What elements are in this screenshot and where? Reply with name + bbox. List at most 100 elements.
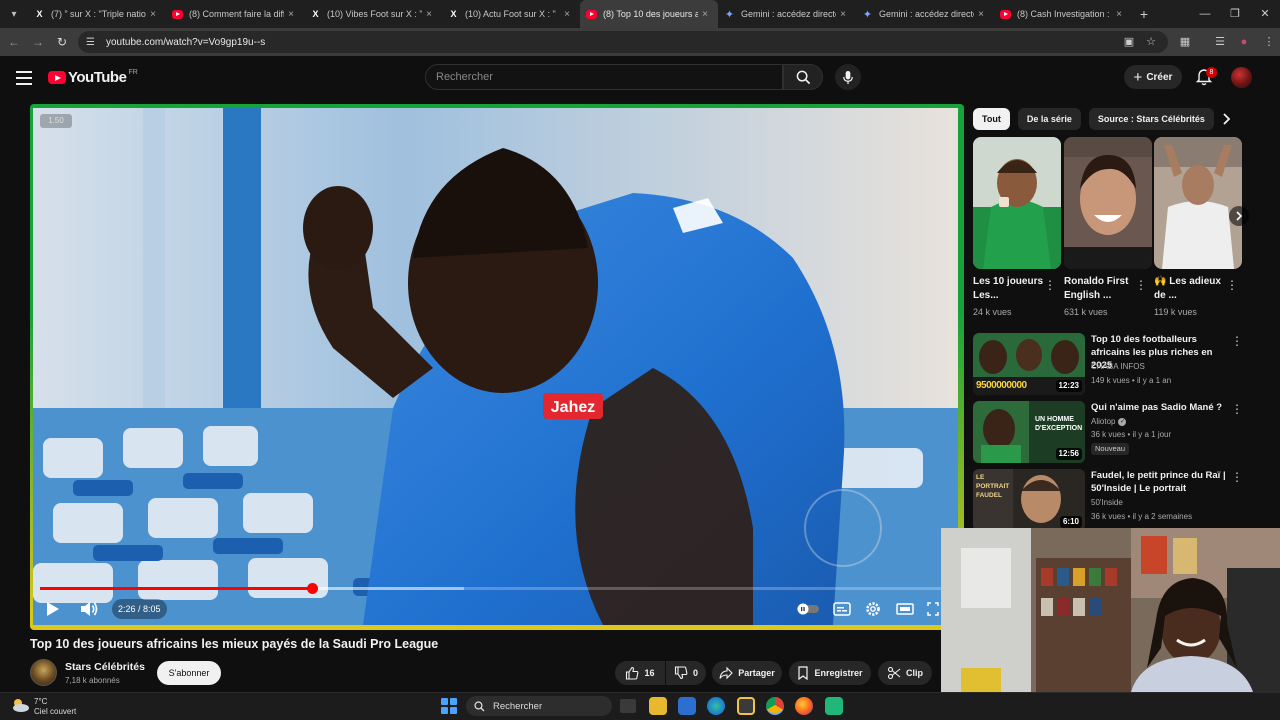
site-info-icon[interactable]: ☰ [86,37,100,48]
app-icon[interactable] [678,697,696,715]
theater-mode-button[interactable] [895,600,915,618]
store-icon[interactable] [737,697,755,715]
more-options-icon[interactable]: ⋮ [1231,335,1243,347]
video-meta: 149 k vues • il y a 1 an [1091,376,1172,385]
browser-tab[interactable]: (8) Cash Investigation : F × [994,0,1132,28]
task-view-icon[interactable] [620,699,636,713]
shorts-next-button[interactable] [1229,206,1249,226]
search-button[interactable] [783,64,823,90]
taskbar-search-box[interactable]: Rechercher [466,696,612,716]
more-options-icon[interactable]: ⋮ [1135,279,1147,293]
short-title[interactable]: Les 10 joueurs Les... [973,275,1049,303]
browser-tab[interactable]: X (7) ” sur X : "Triple nationa × [28,0,166,28]
voice-search-button[interactable] [835,64,861,90]
video-thumbnail[interactable]: 9500000000 12:23 [973,333,1085,395]
close-tab-icon[interactable]: × [1112,9,1126,20]
filter-chip[interactable]: Source : Stars Célébrités [1088,108,1214,130]
play-button[interactable] [40,598,64,620]
short-thumbnail[interactable] [1064,137,1152,269]
browser-tab[interactable]: X (10) Vibes Foot sur X : " × [304,0,442,28]
subtitles-button[interactable] [832,600,852,618]
more-options-icon[interactable]: ⋮ [1231,403,1243,415]
like-button[interactable]: 16 [615,661,665,685]
browser-tab[interactable]: ✦ Gemini : accédez directem× [718,0,856,28]
more-options-icon[interactable]: ⋮ [1231,471,1243,483]
channel-name[interactable]: 50'Inside [1091,498,1123,507]
video-player[interactable]: Jahez [33,108,958,625]
new-tab-button[interactable]: + [1132,6,1156,22]
youtube-logo[interactable]: YouTube FR [48,69,138,86]
install-app-icon[interactable]: ▣ [1121,34,1137,50]
clip-button[interactable]: Clip [878,661,932,685]
share-button[interactable]: Partager [712,661,782,685]
filter-chip[interactable]: Tout [973,108,1010,130]
channel-name[interactable]: CHABA INFOS [1091,362,1145,371]
browser-menu-icon[interactable]: ⋮ [1261,34,1277,50]
autoplay-toggle-icon [797,603,819,615]
extensions-icon[interactable]: ▦ [1177,34,1193,50]
fullscreen-button[interactable] [926,600,940,618]
short-title[interactable]: Ronaldo First English ... [1064,275,1140,303]
edge-browser-icon[interactable] [707,697,725,715]
share-icon [719,666,734,680]
close-tab-icon[interactable]: × [560,9,574,20]
video-title[interactable]: Qui n'aime pas Sadio Mané ? [1091,401,1229,414]
windows-start-icon[interactable] [441,698,457,714]
close-tab-icon[interactable]: × [974,9,988,20]
recommended-video[interactable]: 9500000000 12:23 Top 10 des footballeurs… [973,333,1243,397]
video-thumbnail[interactable]: UN HOMME D'EXCEPTION 12:56 [973,401,1085,463]
browser-tab[interactable]: ✦ Gemini : accédez directem× [856,0,994,28]
close-tab-icon[interactable]: × [836,9,850,20]
bookmark-star-icon[interactable]: ☆ [1143,34,1159,50]
browser-tab[interactable]: (8) Top 10 des joueurs afr × [580,0,718,28]
bookmark-icon [798,666,809,680]
address-bar[interactable]: ☰ youtube.com/watch?v=Vo9gp19u--s [78,31,1168,53]
settings-button[interactable] [863,600,883,618]
search-input[interactable]: Rechercher [425,64,783,90]
more-options-icon[interactable]: ⋮ [1044,279,1056,293]
close-window-icon[interactable]: ✕ [1250,0,1280,28]
firefox-browser-icon[interactable] [795,697,813,715]
video-title[interactable]: Faudel, le petit prince du Raï | 50'Insi… [1091,469,1229,495]
cloudy-weather-icon[interactable] [10,697,30,713]
close-tab-icon[interactable]: × [284,9,298,20]
channel-name[interactable]: Aliotop ✓ [1091,417,1127,426]
chrome-browser-icon[interactable] [766,697,784,715]
short-thumbnail[interactable] [1154,137,1242,269]
browser-tab[interactable]: X (10) Actu Foot sur X : " × [442,0,580,28]
minimize-icon[interactable]: — [1190,0,1220,28]
video-thumbnail[interactable]: LE PORTRAIT FAUDEL 6:10 [973,469,1085,531]
close-tab-icon[interactable]: × [698,9,712,20]
hamburger-menu-icon[interactable] [16,71,32,85]
channel-name[interactable]: Stars Célébrités [65,661,145,673]
volume-button[interactable] [76,598,100,620]
thumbs-up-icon [626,666,639,680]
forward-arrow-icon[interactable]: → [26,30,50,54]
file-explorer-icon[interactable] [649,697,667,715]
more-options-icon[interactable]: ⋮ [1226,279,1238,293]
short-title[interactable]: 🙌 Les adieux de ... [1154,275,1230,303]
progress-scrubber-handle[interactable] [306,583,318,594]
channel-avatar[interactable] [30,659,57,686]
recommended-video[interactable]: LE PORTRAIT FAUDEL 6:10 Faudel, le petit… [973,469,1243,533]
profile-icon[interactable]: ● [1236,34,1252,50]
media-controls-icon[interactable]: ☰ [1212,34,1228,50]
reload-icon[interactable]: ↻ [50,30,74,54]
back-arrow-icon[interactable]: ← [2,30,26,54]
browser-tab[interactable]: (8) Comment faire la diffé × [166,0,304,28]
dislike-button[interactable]: 0 [666,661,706,685]
subscribe-button[interactable]: S'abonner [157,661,221,685]
recommended-video[interactable]: UN HOMME D'EXCEPTION 12:56 Qui n'aime pa… [973,401,1243,465]
maximize-icon[interactable]: ❐ [1220,0,1250,28]
app-icon[interactable] [825,697,843,715]
close-tab-icon[interactable]: × [422,9,436,20]
tab-search-menu-icon[interactable]: ▾ [0,0,28,28]
filter-chip[interactable]: De la série [1017,108,1081,130]
chips-next-arrow-icon[interactable] [1218,111,1234,127]
short-thumbnail[interactable] [973,137,1061,269]
account-avatar[interactable] [1231,67,1252,88]
create-button[interactable]: + Créer [1124,65,1182,89]
save-button[interactable]: Enregistrer [789,661,871,685]
close-tab-icon[interactable]: × [146,9,160,20]
autoplay-toggle[interactable] [796,600,819,618]
